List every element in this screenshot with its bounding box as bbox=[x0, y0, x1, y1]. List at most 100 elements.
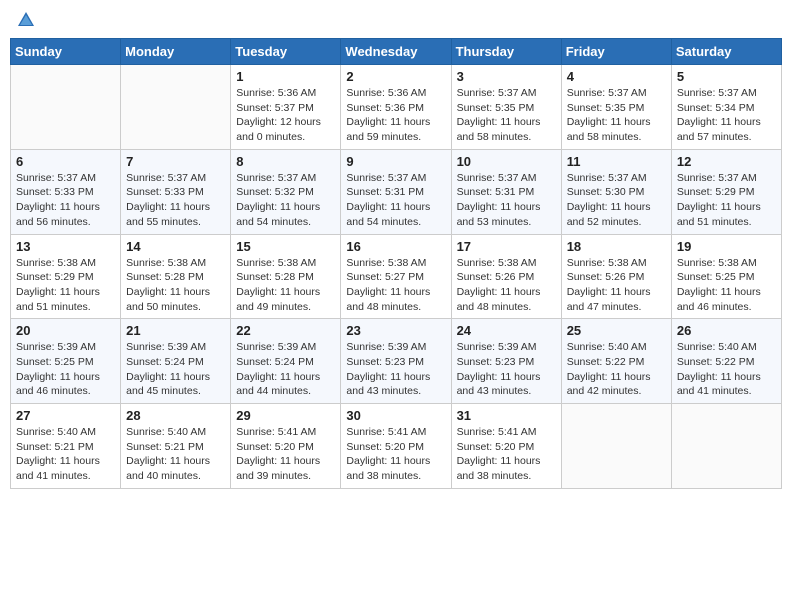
day-info: Sunrise: 5:39 AM Sunset: 5:23 PM Dayligh… bbox=[457, 340, 556, 399]
logo bbox=[14, 10, 36, 30]
day-number: 3 bbox=[457, 69, 556, 84]
calendar-cell: 22 Sunrise: 5:39 AM Sunset: 5:24 PM Dayl… bbox=[231, 319, 341, 404]
day-number: 5 bbox=[677, 69, 776, 84]
day-number: 23 bbox=[346, 323, 445, 338]
calendar-cell: 4 Sunrise: 5:37 AM Sunset: 5:35 PM Dayli… bbox=[561, 65, 671, 150]
calendar-cell bbox=[121, 65, 231, 150]
calendar-cell: 8 Sunrise: 5:37 AM Sunset: 5:32 PM Dayli… bbox=[231, 149, 341, 234]
calendar-cell: 21 Sunrise: 5:39 AM Sunset: 5:24 PM Dayl… bbox=[121, 319, 231, 404]
day-number: 17 bbox=[457, 239, 556, 254]
day-number: 9 bbox=[346, 154, 445, 169]
page-header bbox=[10, 10, 782, 30]
day-info: Sunrise: 5:40 AM Sunset: 5:22 PM Dayligh… bbox=[567, 340, 666, 399]
calendar-week-row: 27 Sunrise: 5:40 AM Sunset: 5:21 PM Dayl… bbox=[11, 404, 782, 489]
calendar-cell: 9 Sunrise: 5:37 AM Sunset: 5:31 PM Dayli… bbox=[341, 149, 451, 234]
day-info: Sunrise: 5:36 AM Sunset: 5:37 PM Dayligh… bbox=[236, 86, 335, 145]
day-number: 25 bbox=[567, 323, 666, 338]
calendar-cell: 14 Sunrise: 5:38 AM Sunset: 5:28 PM Dayl… bbox=[121, 234, 231, 319]
calendar-cell bbox=[11, 65, 121, 150]
calendar-cell: 5 Sunrise: 5:37 AM Sunset: 5:34 PM Dayli… bbox=[671, 65, 781, 150]
calendar-week-row: 1 Sunrise: 5:36 AM Sunset: 5:37 PM Dayli… bbox=[11, 65, 782, 150]
day-info: Sunrise: 5:36 AM Sunset: 5:36 PM Dayligh… bbox=[346, 86, 445, 145]
calendar-cell: 12 Sunrise: 5:37 AM Sunset: 5:29 PM Dayl… bbox=[671, 149, 781, 234]
day-number: 6 bbox=[16, 154, 115, 169]
calendar-cell: 15 Sunrise: 5:38 AM Sunset: 5:28 PM Dayl… bbox=[231, 234, 341, 319]
calendar-cell: 16 Sunrise: 5:38 AM Sunset: 5:27 PM Dayl… bbox=[341, 234, 451, 319]
day-info: Sunrise: 5:37 AM Sunset: 5:33 PM Dayligh… bbox=[126, 171, 225, 230]
day-number: 18 bbox=[567, 239, 666, 254]
day-number: 16 bbox=[346, 239, 445, 254]
day-number: 7 bbox=[126, 154, 225, 169]
logo-icon bbox=[16, 10, 36, 30]
day-info: Sunrise: 5:39 AM Sunset: 5:23 PM Dayligh… bbox=[346, 340, 445, 399]
calendar-cell: 11 Sunrise: 5:37 AM Sunset: 5:30 PM Dayl… bbox=[561, 149, 671, 234]
calendar-week-row: 20 Sunrise: 5:39 AM Sunset: 5:25 PM Dayl… bbox=[11, 319, 782, 404]
calendar-cell: 24 Sunrise: 5:39 AM Sunset: 5:23 PM Dayl… bbox=[451, 319, 561, 404]
day-number: 26 bbox=[677, 323, 776, 338]
weekday-header: Sunday bbox=[11, 39, 121, 65]
weekday-header: Thursday bbox=[451, 39, 561, 65]
day-info: Sunrise: 5:39 AM Sunset: 5:24 PM Dayligh… bbox=[126, 340, 225, 399]
calendar-cell: 6 Sunrise: 5:37 AM Sunset: 5:33 PM Dayli… bbox=[11, 149, 121, 234]
weekday-header: Tuesday bbox=[231, 39, 341, 65]
day-info: Sunrise: 5:37 AM Sunset: 5:35 PM Dayligh… bbox=[567, 86, 666, 145]
day-info: Sunrise: 5:38 AM Sunset: 5:28 PM Dayligh… bbox=[126, 256, 225, 315]
calendar-cell bbox=[561, 404, 671, 489]
day-info: Sunrise: 5:40 AM Sunset: 5:21 PM Dayligh… bbox=[126, 425, 225, 484]
calendar-cell: 13 Sunrise: 5:38 AM Sunset: 5:29 PM Dayl… bbox=[11, 234, 121, 319]
day-info: Sunrise: 5:37 AM Sunset: 5:31 PM Dayligh… bbox=[346, 171, 445, 230]
calendar-cell: 20 Sunrise: 5:39 AM Sunset: 5:25 PM Dayl… bbox=[11, 319, 121, 404]
calendar-cell: 7 Sunrise: 5:37 AM Sunset: 5:33 PM Dayli… bbox=[121, 149, 231, 234]
calendar-header-row: SundayMondayTuesdayWednesdayThursdayFrid… bbox=[11, 39, 782, 65]
calendar-cell: 10 Sunrise: 5:37 AM Sunset: 5:31 PM Dayl… bbox=[451, 149, 561, 234]
day-number: 15 bbox=[236, 239, 335, 254]
day-info: Sunrise: 5:40 AM Sunset: 5:22 PM Dayligh… bbox=[677, 340, 776, 399]
calendar-cell: 30 Sunrise: 5:41 AM Sunset: 5:20 PM Dayl… bbox=[341, 404, 451, 489]
day-number: 2 bbox=[346, 69, 445, 84]
day-info: Sunrise: 5:38 AM Sunset: 5:28 PM Dayligh… bbox=[236, 256, 335, 315]
day-info: Sunrise: 5:38 AM Sunset: 5:25 PM Dayligh… bbox=[677, 256, 776, 315]
day-number: 13 bbox=[16, 239, 115, 254]
weekday-header: Saturday bbox=[671, 39, 781, 65]
day-info: Sunrise: 5:37 AM Sunset: 5:29 PM Dayligh… bbox=[677, 171, 776, 230]
day-info: Sunrise: 5:41 AM Sunset: 5:20 PM Dayligh… bbox=[346, 425, 445, 484]
calendar-cell: 27 Sunrise: 5:40 AM Sunset: 5:21 PM Dayl… bbox=[11, 404, 121, 489]
day-info: Sunrise: 5:37 AM Sunset: 5:34 PM Dayligh… bbox=[677, 86, 776, 145]
calendar-cell: 31 Sunrise: 5:41 AM Sunset: 5:20 PM Dayl… bbox=[451, 404, 561, 489]
day-number: 4 bbox=[567, 69, 666, 84]
day-info: Sunrise: 5:38 AM Sunset: 5:29 PM Dayligh… bbox=[16, 256, 115, 315]
calendar-cell bbox=[671, 404, 781, 489]
day-number: 21 bbox=[126, 323, 225, 338]
calendar-cell: 2 Sunrise: 5:36 AM Sunset: 5:36 PM Dayli… bbox=[341, 65, 451, 150]
day-info: Sunrise: 5:41 AM Sunset: 5:20 PM Dayligh… bbox=[236, 425, 335, 484]
weekday-header: Monday bbox=[121, 39, 231, 65]
day-number: 12 bbox=[677, 154, 776, 169]
calendar-cell: 28 Sunrise: 5:40 AM Sunset: 5:21 PM Dayl… bbox=[121, 404, 231, 489]
calendar-table: SundayMondayTuesdayWednesdayThursdayFrid… bbox=[10, 38, 782, 489]
day-info: Sunrise: 5:37 AM Sunset: 5:33 PM Dayligh… bbox=[16, 171, 115, 230]
calendar-cell: 23 Sunrise: 5:39 AM Sunset: 5:23 PM Dayl… bbox=[341, 319, 451, 404]
day-number: 31 bbox=[457, 408, 556, 423]
calendar-week-row: 6 Sunrise: 5:37 AM Sunset: 5:33 PM Dayli… bbox=[11, 149, 782, 234]
day-info: Sunrise: 5:38 AM Sunset: 5:26 PM Dayligh… bbox=[457, 256, 556, 315]
day-info: Sunrise: 5:40 AM Sunset: 5:21 PM Dayligh… bbox=[16, 425, 115, 484]
day-number: 22 bbox=[236, 323, 335, 338]
day-info: Sunrise: 5:38 AM Sunset: 5:27 PM Dayligh… bbox=[346, 256, 445, 315]
day-info: Sunrise: 5:37 AM Sunset: 5:31 PM Dayligh… bbox=[457, 171, 556, 230]
day-number: 19 bbox=[677, 239, 776, 254]
day-info: Sunrise: 5:41 AM Sunset: 5:20 PM Dayligh… bbox=[457, 425, 556, 484]
calendar-cell: 26 Sunrise: 5:40 AM Sunset: 5:22 PM Dayl… bbox=[671, 319, 781, 404]
day-number: 14 bbox=[126, 239, 225, 254]
day-info: Sunrise: 5:37 AM Sunset: 5:32 PM Dayligh… bbox=[236, 171, 335, 230]
calendar-cell: 1 Sunrise: 5:36 AM Sunset: 5:37 PM Dayli… bbox=[231, 65, 341, 150]
calendar-cell: 18 Sunrise: 5:38 AM Sunset: 5:26 PM Dayl… bbox=[561, 234, 671, 319]
calendar-cell: 3 Sunrise: 5:37 AM Sunset: 5:35 PM Dayli… bbox=[451, 65, 561, 150]
day-info: Sunrise: 5:39 AM Sunset: 5:25 PM Dayligh… bbox=[16, 340, 115, 399]
day-number: 1 bbox=[236, 69, 335, 84]
day-info: Sunrise: 5:39 AM Sunset: 5:24 PM Dayligh… bbox=[236, 340, 335, 399]
day-number: 11 bbox=[567, 154, 666, 169]
calendar-cell: 25 Sunrise: 5:40 AM Sunset: 5:22 PM Dayl… bbox=[561, 319, 671, 404]
calendar-cell: 19 Sunrise: 5:38 AM Sunset: 5:25 PM Dayl… bbox=[671, 234, 781, 319]
calendar-cell: 29 Sunrise: 5:41 AM Sunset: 5:20 PM Dayl… bbox=[231, 404, 341, 489]
day-number: 30 bbox=[346, 408, 445, 423]
